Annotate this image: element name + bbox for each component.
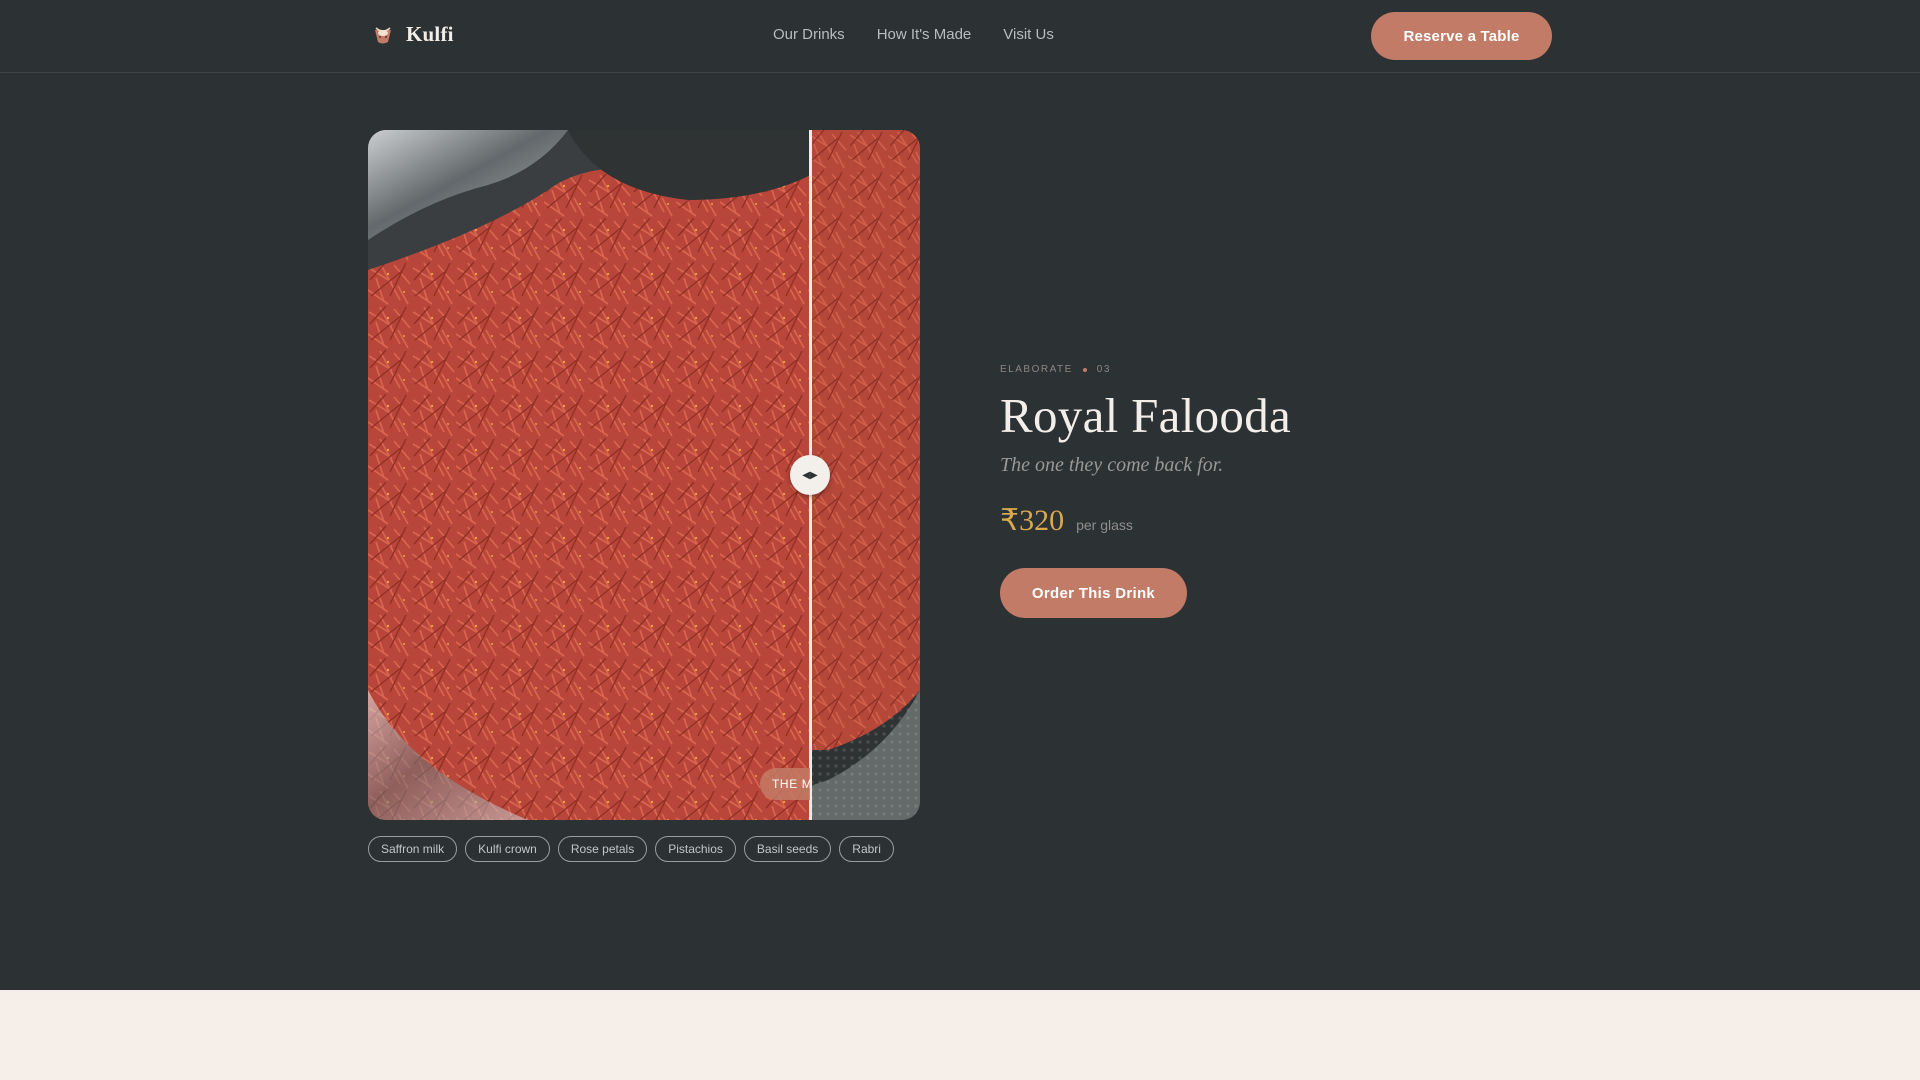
compare-before-image (368, 130, 810, 820)
nav-link-visit-us[interactable]: Visit Us (1003, 26, 1054, 43)
drink-details: ELABORATE 03 Royal Falooda The one they … (1000, 364, 1520, 618)
drink-tagline: The one they come back for. (1000, 454, 1224, 476)
compare-handle[interactable]: ◀▶ (790, 455, 830, 495)
brand-name: Kulfi (406, 22, 454, 46)
price-row: ₹320 per glass (1000, 503, 1520, 538)
ingredient-tags: Saffron milk Kulfi crown Rose petals Pis… (368, 836, 894, 862)
ingredient-tag: Saffron milk (368, 836, 458, 862)
nav-links: Our Drinks How It's Made Visit Us (773, 26, 1054, 43)
left-right-arrows-icon: ◀▶ (802, 469, 818, 481)
drink-price: ₹320 (1000, 504, 1065, 537)
ingredient-tag: Rabri (839, 836, 894, 862)
meta-separator-dot (1082, 367, 1087, 372)
brand-logo[interactable]: Kulfi (372, 22, 454, 47)
nav-link-our-drinks[interactable]: Our Drinks (773, 26, 845, 43)
reserve-table-button[interactable]: Reserve a Table (1371, 12, 1552, 60)
kulfi-cup-icon (375, 26, 391, 43)
ingredient-tag: Basil seeds (743, 836, 832, 862)
drink-meta: ELABORATE 03 (1000, 364, 1520, 375)
nav-link-how-its-made[interactable]: How It's Made (877, 26, 972, 43)
drink-name: Royal Falooda (1000, 388, 1292, 443)
next-section-band (0, 990, 1920, 1080)
price-unit: per glass (1076, 517, 1133, 533)
ingredient-tag: Kulfi crown (465, 836, 550, 862)
image-caption-label: THE M (760, 768, 810, 800)
ingredient-tag: Pistachios (655, 836, 736, 862)
order-drink-button[interactable]: Order This Drink (1000, 568, 1187, 618)
drink-index: 03 (1096, 364, 1111, 375)
top-nav: Kulfi Our Drinks How It's Made Visit Us … (0, 0, 1920, 73)
drink-image-compare[interactable]: ◀▶ THE M (368, 130, 920, 820)
drink-category: ELABORATE (1000, 364, 1073, 375)
ingredient-tag: Rose petals (557, 836, 648, 862)
